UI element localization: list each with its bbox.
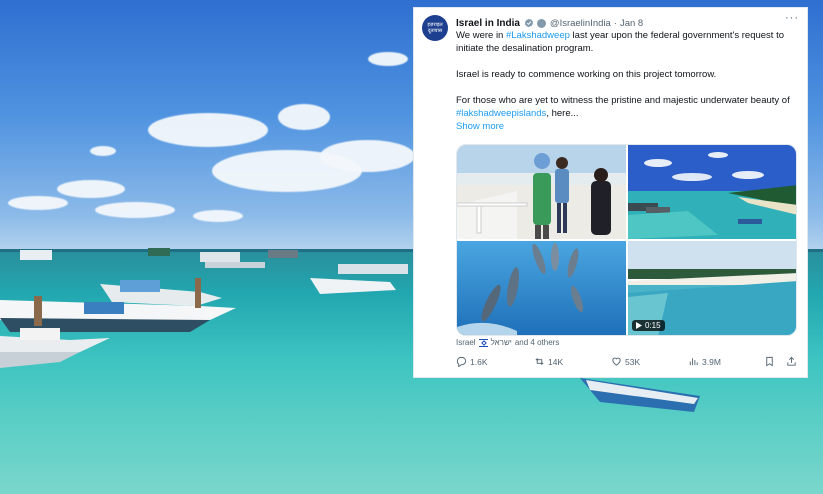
text-fragment: We were in — [456, 30, 506, 41]
separator-dot: · — [613, 17, 617, 29]
government-affiliation-icon — [536, 18, 546, 28]
cloud — [193, 210, 243, 222]
tweet-paragraph-3: For those who are yet to witness the pri… — [456, 94, 796, 120]
repost-button[interactable]: 14K — [534, 356, 563, 367]
repost-count: 14K — [548, 356, 564, 367]
like-button[interactable]: 53K — [611, 356, 640, 367]
avatar-emblem: इज़राइल दूतावास — [427, 22, 443, 34]
tagged-others: and 4 others — [514, 338, 560, 347]
cloud — [278, 104, 330, 130]
author-handle[interactable]: @IsraelinIndia — [550, 18, 611, 29]
media-video[interactable]: 0:15 — [628, 241, 796, 335]
media-photo-3[interactable] — [457, 241, 626, 335]
israel-flag-icon — [478, 338, 488, 347]
tweet-paragraph-1: We were in #Lakshadweep last year upon t… — [456, 29, 796, 55]
tweet-text: We were in #Lakshadweep last year upon t… — [456, 29, 796, 133]
repost-icon — [535, 358, 544, 365]
photo-lagoon-boats — [628, 145, 796, 239]
media-photo-1[interactable] — [457, 145, 626, 239]
share-button[interactable] — [786, 356, 797, 367]
cloud — [320, 140, 415, 172]
cloud — [90, 146, 116, 156]
tagged-name: Israel — [456, 338, 476, 347]
heart-icon — [612, 357, 621, 366]
cloud — [8, 196, 68, 210]
show-more-link[interactable]: Show more — [456, 120, 796, 133]
share-icon — [787, 356, 796, 366]
view-count: 3.9M — [702, 356, 721, 367]
play-icon — [636, 322, 642, 329]
hashtag-lakshadweep[interactable]: #Lakshadweep — [506, 30, 570, 41]
tagged-name-hebrew: ישראל — [490, 338, 512, 347]
photo-dolphins — [457, 241, 626, 335]
author-name[interactable]: Israel in India — [456, 18, 520, 29]
tweet-date[interactable]: Jan 8 — [620, 18, 643, 29]
reply-count: 1.6K — [470, 356, 488, 367]
media-grid: 0:15 — [456, 144, 797, 336]
avatar[interactable]: इज़राइल दूतावास — [422, 15, 448, 41]
views-button[interactable]: 3.9M — [688, 356, 721, 367]
tagged-accounts[interactable]: Israel ישראל and 4 others — [456, 338, 559, 347]
reply-button[interactable]: 1.6K — [456, 356, 488, 367]
bookmark-icon — [766, 356, 773, 367]
tweet-card[interactable]: इज़राइल दूतावास Israel in India @Israeli… — [413, 7, 808, 378]
photo-people-beach — [457, 145, 626, 239]
hashtag-lakshadweepislands[interactable]: #lakshadweepislands — [456, 108, 546, 119]
verified-badge-icon — [524, 18, 534, 28]
reply-icon — [456, 356, 467, 367]
views-chart-icon — [689, 358, 698, 366]
action-bar: 1.6K 14K 53K 3.9M — [456, 356, 801, 370]
more-dots-icon[interactable]: ··· — [785, 12, 799, 24]
video-duration-badge: 0:15 — [632, 320, 665, 331]
text-fragment: , here... — [546, 108, 579, 119]
tweet-paragraph-2: Israel is ready to commence working on t… — [456, 69, 717, 80]
cloud — [368, 52, 408, 66]
like-count: 53K — [625, 356, 641, 367]
cloud — [148, 113, 268, 147]
cloud — [57, 180, 125, 198]
media-photo-2[interactable] — [628, 145, 796, 239]
text-fragment: For those who are yet to witness the pri… — [456, 95, 790, 106]
video-duration: 0:15 — [645, 321, 661, 330]
bookmark-button[interactable] — [764, 356, 775, 367]
cloud — [95, 202, 175, 218]
